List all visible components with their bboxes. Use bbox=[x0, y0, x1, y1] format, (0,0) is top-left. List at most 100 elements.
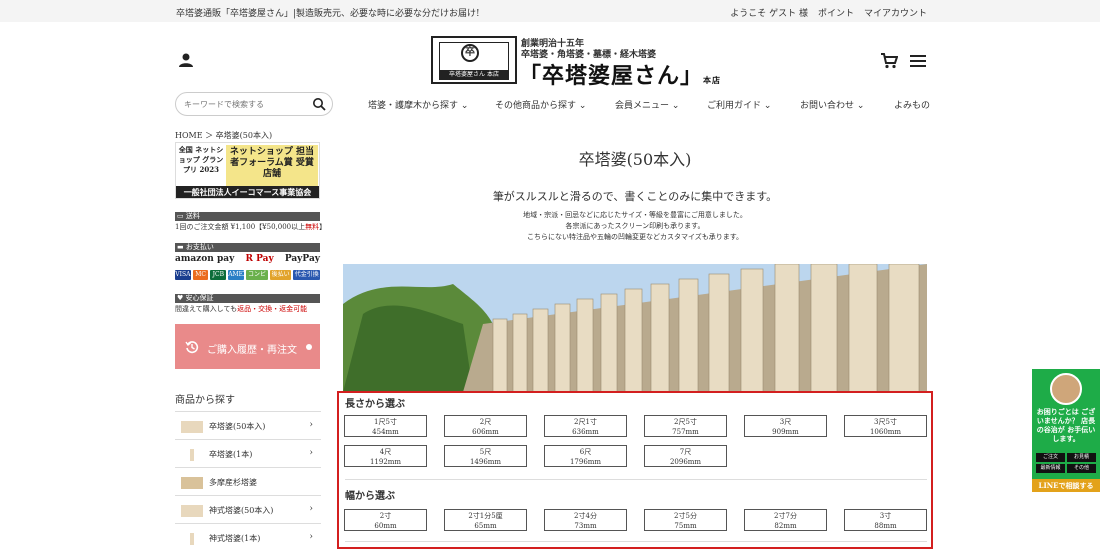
deferred-payment-logo: 後払い bbox=[269, 270, 292, 280]
logo-seal: 卒 卒塔婆屋さん 本店 bbox=[431, 36, 517, 84]
help-link-estimate[interactable]: お見積 bbox=[1067, 453, 1096, 462]
user-icon[interactable] bbox=[178, 52, 194, 68]
guarantee-text: 間違えて購入しても返品・交換・返金可能 bbox=[175, 305, 308, 313]
mastercard-logo: MC bbox=[192, 270, 209, 280]
size-selector-panel: 長さから選ぶ 1尺5寸 454mm 2尺 606mm 2尺1寸 636mm 2尺5寸 7… bbox=[337, 391, 933, 549]
logo-name: 「卒塔婆屋さん」本店 bbox=[519, 63, 722, 89]
line-consult-button[interactable]: LINEで相談する bbox=[1032, 479, 1100, 492]
search-icon[interactable] bbox=[312, 97, 326, 111]
shipping-text: 1回のご注文金額 ¥1,100【¥50,000以上無料】 bbox=[175, 223, 327, 231]
amazon-pay-logo: amazon pay bbox=[175, 254, 235, 264]
store-manager-avatar bbox=[1050, 373, 1082, 405]
chevron-right-icon: › bbox=[309, 504, 313, 514]
my-account-link[interactable]: マイアカウント bbox=[864, 6, 927, 19]
category-thumbnail bbox=[190, 533, 194, 545]
category-thumbnail bbox=[181, 505, 203, 517]
length-option[interactable]: 4尺 1192mm bbox=[344, 445, 427, 467]
nav-item-member-menu[interactable]: 会員メニュー ⌄ bbox=[615, 98, 679, 111]
width-option[interactable]: 2寸5分 75mm bbox=[644, 509, 727, 531]
category-thumbnail bbox=[181, 421, 203, 433]
payment-heading: ▬ お支払い bbox=[175, 243, 320, 252]
length-option[interactable]: 2尺 606mm bbox=[444, 415, 527, 437]
length-option[interactable]: 3尺5寸 1060mm bbox=[844, 415, 927, 437]
award-badge: ネットショップ 担当者フォーラム賞 受賞店舗 bbox=[226, 145, 318, 187]
category-title: 商品から探す bbox=[175, 395, 235, 406]
site-logo[interactable]: 卒 卒塔婆屋さん 本店 創業明治十五年 卒塔婆・角塔婆・墓標・経木塔婆 「卒塔婆… bbox=[431, 36, 720, 89]
points-link[interactable]: ポイント bbox=[818, 6, 854, 19]
length-option[interactable]: 5尺 1496mm bbox=[444, 445, 527, 467]
width-option[interactable]: 2寸 60mm bbox=[344, 509, 427, 531]
category-item[interactable]: 卒塔婆(50本入) › bbox=[175, 411, 321, 439]
award-banner[interactable]: 全国 ネットショップ グランプリ 2023 ネットショップ 担当者フォーラム賞 … bbox=[175, 142, 320, 199]
hamburger-menu-icon[interactable] bbox=[910, 54, 926, 68]
length-option[interactable]: 7尺 2096mm bbox=[644, 445, 727, 467]
category-thumbnail bbox=[190, 449, 194, 461]
help-link-other[interactable]: その他 bbox=[1067, 464, 1096, 473]
nav-item-contact[interactable]: お問い合わせ ⌄ bbox=[800, 98, 864, 111]
category-list: 卒塔婆(50本入) › 卒塔婆(1本) › 多摩産杉塔婆 神式塔婆(50本入) … bbox=[175, 411, 321, 551]
rakuten-pay-logo: R Pay bbox=[245, 254, 274, 264]
history-icon bbox=[185, 341, 199, 354]
payment-methods: amazon pay R Pay PayPay bbox=[175, 254, 320, 264]
width-option[interactable]: 2寸7分 82mm bbox=[744, 509, 827, 531]
jcb-logo: JCB bbox=[210, 270, 227, 280]
chevron-right-icon: › bbox=[309, 448, 313, 458]
welcome-text: ようこそ ゲスト 様 bbox=[730, 9, 808, 19]
cash-on-delivery-logo: 代金引換 bbox=[293, 270, 320, 280]
nav-item-search-by-toba[interactable]: 塔婆・護摩木から探す ⌄ bbox=[368, 98, 468, 111]
visa-logo: VISA bbox=[175, 270, 191, 280]
length-section-title: 長さから選ぶ bbox=[345, 399, 405, 410]
amex-logo: AMEX bbox=[228, 270, 248, 280]
purchase-history-label: ご購入履歴・再注文 bbox=[207, 345, 297, 356]
width-option[interactable]: 2寸1分5厘 65mm bbox=[444, 509, 527, 531]
nav-item-other-products[interactable]: その他商品から探す ⌄ bbox=[495, 98, 586, 111]
length-option[interactable]: 3尺 909mm bbox=[744, 415, 827, 437]
width-option[interactable]: 2寸4分 73mm bbox=[544, 509, 627, 531]
category-thumbnail bbox=[181, 477, 203, 489]
category-item[interactable]: 神式塔婆(1本) › bbox=[175, 523, 321, 551]
length-option[interactable]: 1尺5寸 454mm bbox=[344, 415, 427, 437]
help-text: お困りごとは ございませんか？ 店長の谷治が お手伝いします。 bbox=[1036, 407, 1096, 443]
divider bbox=[345, 479, 927, 480]
length-option[interactable]: 2尺5寸 757mm bbox=[644, 415, 727, 437]
arrow-circle-icon bbox=[306, 344, 312, 350]
award-footer: 一般社団法人イーコマース事業協会 bbox=[176, 186, 319, 198]
category-item[interactable]: 多摩産杉塔婆 bbox=[175, 467, 321, 495]
help-widget[interactable]: お困りごとは ございませんか？ 店長の谷治が お手伝いします。 ご注文 お見積 … bbox=[1032, 369, 1100, 492]
shipping-heading: ▭ 送料 bbox=[175, 212, 320, 221]
cart-icon[interactable] bbox=[880, 53, 898, 69]
chevron-right-icon: › bbox=[309, 420, 313, 430]
width-section-title: 幅から選ぶ bbox=[345, 491, 395, 502]
paypay-logo: PayPay bbox=[284, 254, 321, 264]
page-title: 卒塔婆(50本入) bbox=[578, 150, 692, 169]
nav-item-guide[interactable]: ご利用ガイド ⌄ bbox=[707, 98, 771, 111]
length-option[interactable]: 6尺 1796mm bbox=[544, 445, 627, 467]
help-links: ご注文 お見積 最新情報 その他 bbox=[1036, 453, 1096, 473]
breadcrumb[interactable]: HOME ＞ 卒塔婆(50本入) bbox=[175, 130, 272, 141]
hero-image bbox=[343, 264, 927, 392]
site-tagline: 卒塔婆通販「卒塔婆屋さん」|製造販売元、必要な時に必要な分だけお届け! bbox=[176, 9, 480, 19]
length-option[interactable]: 2尺1寸 636mm bbox=[544, 415, 627, 437]
payment-card-logos: VISA MC JCB AMEX コンビニ 後払い 代金引換 bbox=[175, 270, 320, 288]
nav-item-reading[interactable]: よみもの bbox=[894, 98, 930, 111]
account-links: ようこそ ゲスト 様 ポイント マイアカウント bbox=[730, 6, 927, 19]
help-link-order[interactable]: ご注文 bbox=[1036, 453, 1065, 462]
category-item[interactable]: 神式塔婆(50本入) › bbox=[175, 495, 321, 523]
lead-text: 筆がスルスルと滑るので、書くことのみに集中できます。 bbox=[492, 190, 778, 203]
description: 地域・宗派・回忌などに応じたサイズ・等級を豊富にご用意しました。 各宗派にあった… bbox=[523, 211, 747, 241]
divider bbox=[345, 541, 927, 542]
chevron-right-icon: › bbox=[309, 532, 313, 542]
truck-icon: ▭ bbox=[177, 212, 184, 220]
guarantee-heading: ♥ 安心保証 bbox=[175, 294, 320, 303]
help-link-news[interactable]: 最新情報 bbox=[1036, 464, 1065, 473]
award-left-text: 全国 ネットショップ グランプリ 2023 bbox=[178, 145, 224, 174]
width-option[interactable]: 3寸 88mm bbox=[844, 509, 927, 531]
search-box bbox=[175, 92, 333, 116]
search-input[interactable] bbox=[184, 97, 304, 112]
heart-icon: ♥ bbox=[177, 294, 184, 302]
card-icon: ▬ bbox=[177, 243, 184, 251]
top-bar: 卒塔婆通販「卒塔婆屋さん」|製造販売元、必要な時に必要な分だけお届け! ようこそ… bbox=[0, 0, 1100, 22]
category-item[interactable]: 卒塔婆(1本) › bbox=[175, 439, 321, 467]
purchase-history-button[interactable]: ご購入履歴・再注文 bbox=[175, 324, 320, 369]
convenience-store-logo: コンビニ bbox=[246, 270, 268, 288]
